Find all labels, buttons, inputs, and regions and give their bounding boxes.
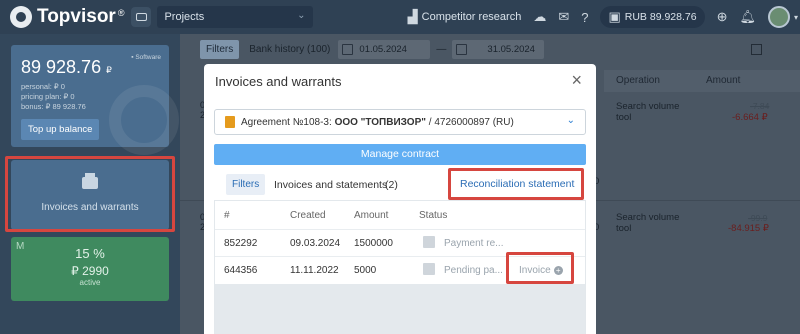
top-bar: Topvisor ® Projects ⌄ ▟ Competitor resea… — [0, 0, 800, 34]
highlight-invoices-card — [5, 156, 175, 232]
top-up-balance-button[interactable]: Top up balance — [21, 119, 100, 140]
row-amount: -84.915 ₽ — [728, 223, 769, 234]
export-icon[interactable] — [751, 44, 762, 55]
col-operation: Operation — [616, 75, 660, 86]
col-created: Created — [290, 210, 326, 221]
balance-value: RUB 89.928.76 — [624, 11, 697, 23]
calendar-icon — [456, 44, 468, 55]
close-icon[interactable]: × — [571, 70, 582, 91]
row-operation: Search volume tool — [616, 212, 680, 234]
tab-count: (2) — [385, 179, 398, 191]
projects-select-value: Projects — [164, 11, 205, 23]
row-status: Payment re... — [444, 238, 504, 249]
brand-registered-mark: ® — [117, 8, 125, 18]
status-document-icon — [423, 236, 435, 248]
tariff-letter: M — [16, 241, 25, 252]
logo-icon — [10, 6, 32, 28]
filters-button[interactable]: Filters — [200, 40, 240, 59]
balance-card: ▪ Software 89 928.76 ₽ personal: ₽ 0 pri… — [11, 45, 179, 155]
col-number: # — [224, 210, 230, 221]
avatar[interactable] — [768, 6, 790, 28]
competitor-research-label: Competitor research — [421, 11, 522, 23]
row-amount-old: -7.84 — [750, 101, 770, 111]
date-to-field[interactable]: 31.05.2024 — [452, 40, 545, 59]
mail-icon[interactable]: ✉ — [558, 9, 569, 25]
balance-pill[interactable]: ▣ RUB 89.928.76 — [600, 6, 705, 28]
avatar-chevron-icon[interactable]: ▾ — [794, 13, 798, 22]
tariff-price: ₽ 2990 — [71, 264, 109, 278]
briefcase-icon[interactable] — [131, 7, 152, 27]
table-empty-area — [215, 284, 585, 334]
status-document-icon — [423, 263, 435, 275]
row-created: 11.11.2022 — [290, 265, 339, 276]
agreement-prefix: Agreement №108-3: — [241, 116, 332, 128]
col-status: Status — [419, 210, 448, 221]
factory-icon: ▟ — [407, 9, 418, 24]
row-number: 852292 — [224, 238, 258, 249]
row-amount: 5000 — [354, 265, 377, 276]
add-icon[interactable]: ⊕ — [717, 9, 728, 25]
row-created: 09.03.2024 — [290, 238, 341, 249]
row-amount: 1500000 — [354, 238, 393, 249]
tariff-card[interactable]: M 15 % ₽ 2990 active — [11, 237, 169, 301]
chevron-down-icon: ⌄ — [566, 115, 575, 126]
table-header: Operation Amount — [604, 70, 800, 92]
row-operation: Search volume tool — [616, 101, 680, 123]
help-icon[interactable]: ? — [581, 10, 588, 25]
bank-history-toolbar: Filters Bank history (100) 01.05.2024 — … — [200, 40, 545, 59]
tab-invoices-and-statements[interactable]: Invoices and statements — [274, 179, 387, 191]
col-amount: Amount — [706, 75, 741, 86]
agreement-company: ООО "ТОПВИЗОР" — [334, 116, 426, 128]
agreement-suffix: / 4726000897 (RU) — [428, 116, 514, 128]
currency-sign: ₽ — [106, 65, 112, 75]
filters-button[interactable]: Filters — [226, 174, 266, 195]
calendar-icon — [342, 44, 354, 55]
date-from-field[interactable]: 01.05.2024 — [338, 40, 431, 59]
brand-logo[interactable]: Topvisor ® — [10, 6, 124, 28]
row-amount: -6.664 ₽ — [732, 112, 768, 123]
decorative-ring — [109, 85, 179, 155]
modal-title: Invoices and warrants — [215, 74, 342, 89]
tariff-percent: 15 % — [75, 246, 105, 261]
row-status: Pending pa... — [444, 265, 503, 276]
tariff-status: active — [79, 278, 101, 287]
brand-name: Topvisor — [37, 6, 116, 27]
document-icon — [225, 116, 235, 128]
manage-contract-button[interactable]: Manage contract — [214, 144, 586, 165]
agreement-select[interactable]: Agreement №108-3: ООО "ТОПВИЗОР" / 47260… — [214, 109, 586, 135]
bell-icon[interactable]: 🔔︎ — [739, 9, 756, 25]
row-number: 644356 — [224, 265, 258, 276]
cloud-upload-icon[interactable]: ☁ — [533, 9, 546, 25]
highlight-reconciliation — [448, 168, 584, 200]
bank-history-tab[interactable]: Bank history (100) — [249, 44, 330, 55]
col-amount: Amount — [354, 210, 389, 221]
wallet-icon: ▣ — [608, 9, 621, 24]
highlight-invoice — [506, 252, 574, 284]
chevron-down-icon: ⌄ — [297, 10, 306, 21]
date-separator: — — [436, 44, 447, 55]
competitor-research-link[interactable]: ▟ Competitor research — [408, 9, 522, 25]
row-divider — [215, 229, 585, 230]
projects-select[interactable]: Projects ⌄ — [157, 6, 314, 28]
software-label: ▪ Software — [131, 54, 161, 61]
